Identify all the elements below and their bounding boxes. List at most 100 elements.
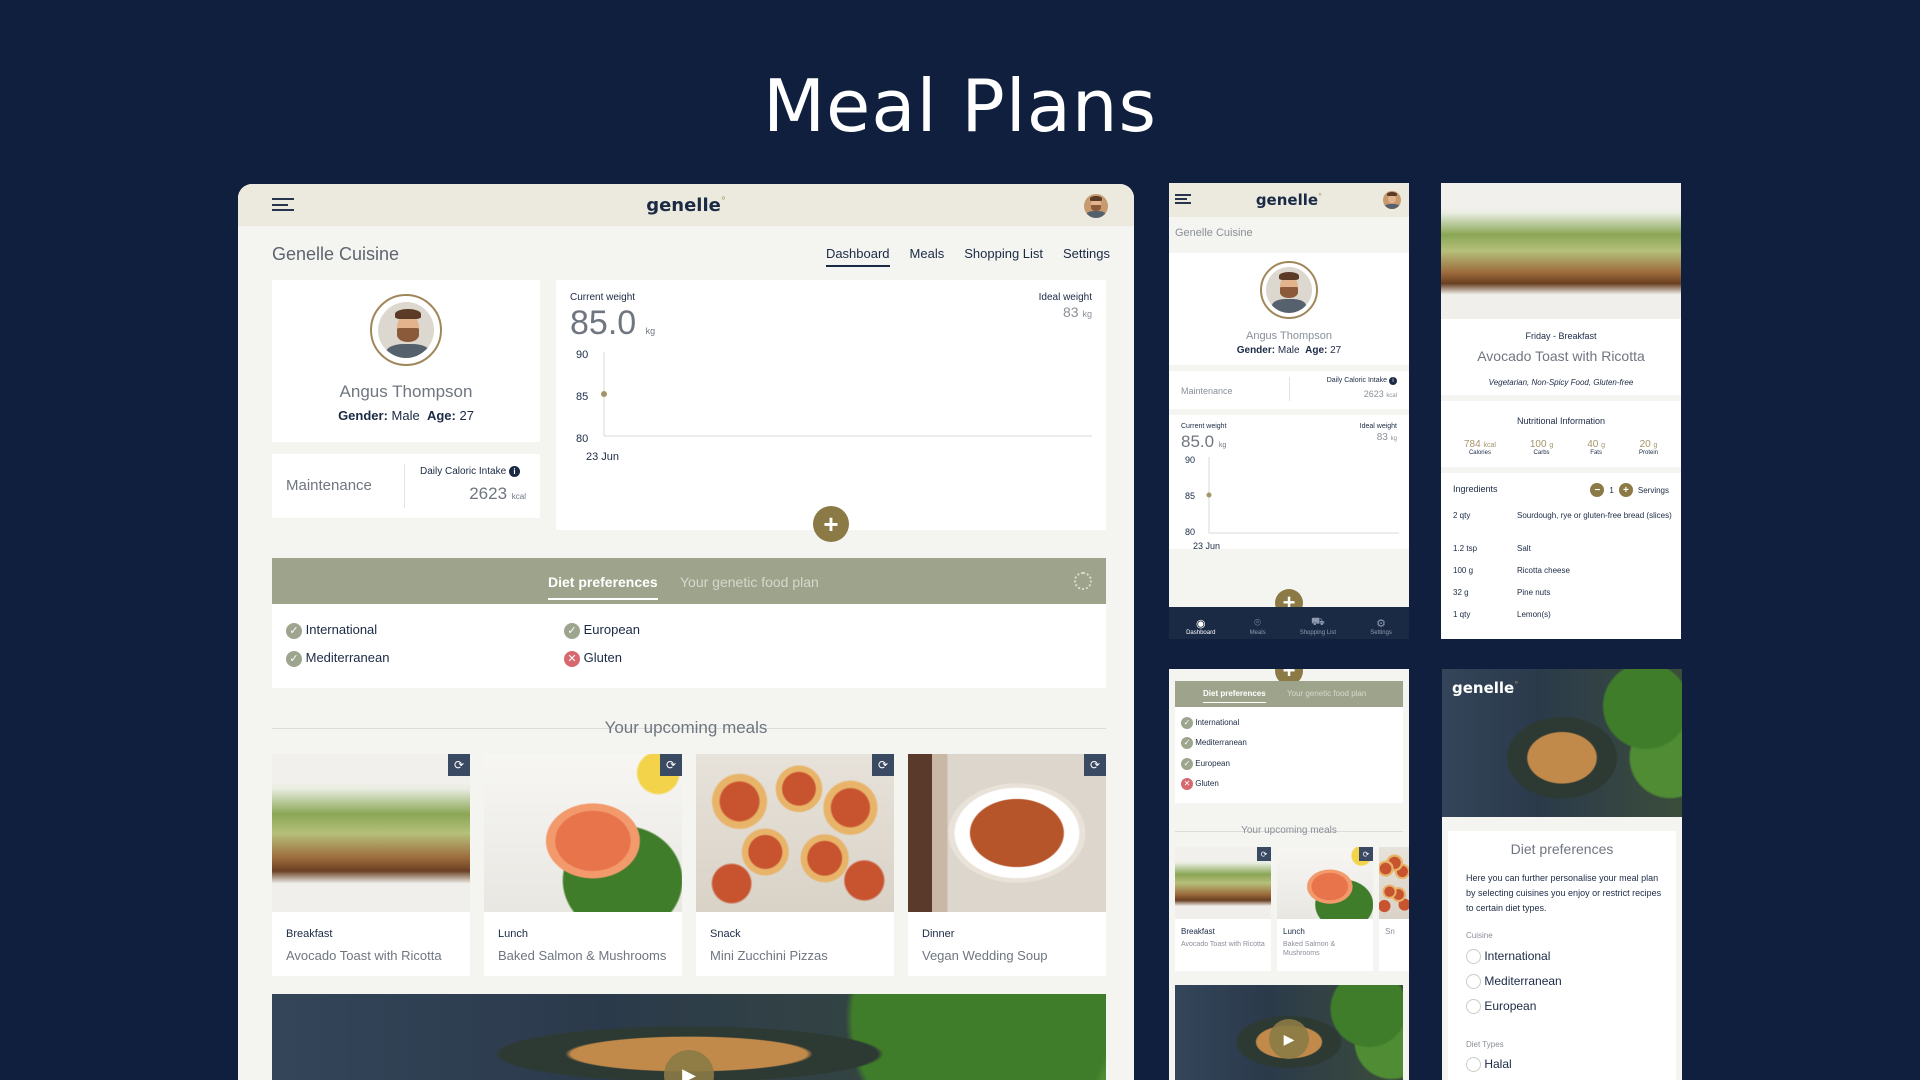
profile-name: Angus Thompson [339,382,473,401]
bottom-nav-meals[interactable]: ⌾ Meals [1250,617,1266,636]
bottom-nav-settings[interactable]: ⚙ Settings [1370,617,1392,636]
pref-european[interactable]: ✓ European [564,622,640,639]
nav-shopping-list[interactable]: Shopping List [964,246,1043,267]
refresh-icon[interactable]: ⟳ [660,754,682,776]
bottom-nav-shopping-list[interactable]: ⛟ Shopping List [1300,616,1336,636]
mobile-dashboard-frame: genelle° Genelle Cuisine Angus Thompson … [1169,183,1409,639]
ideal-weight-value: 83 kg [1063,304,1092,320]
mobile-preferences-frame: + Diet preferences Your genetic food pla… [1169,669,1409,1080]
refresh-icon[interactable]: ⟳ [1257,847,1271,861]
meal-card-lunch[interactable]: ⟳ Lunch Baked Salmon & Mushrooms [484,754,682,976]
x-tick-label: 23 Jun [1193,541,1220,551]
add-weight-button[interactable]: + [813,506,849,542]
logo[interactable]: genelle° [1256,191,1322,209]
nav-settings[interactable]: Settings [1063,246,1110,267]
pref-mediterranean[interactable]: ✓ Mediterranean [286,650,389,667]
meal-name: Vegan Wedding Soup [922,948,1048,963]
video-banner[interactable]: ▶ [1175,985,1403,1080]
tick-label-85: 85 [576,391,588,403]
preferences-tabs: Diet preferences Your genetic food plan [272,558,1106,604]
meal-type: Breakfast [1181,927,1215,936]
pref-gluten[interactable]: ✕ Gluten [1181,778,1219,790]
bottom-nav-dashboard[interactable]: ◉ Dashboard [1186,617,1215,636]
meal-name: Avocado Toast with Ricotta [1181,941,1265,948]
mobile-preferences-list: ✓ International ✓ Mediterranean ✓ Europe… [1175,707,1403,803]
ideal-weight-label: Ideal weight [1359,423,1397,430]
logo[interactable]: genelle° [1452,679,1518,697]
nav-meals[interactable]: Meals [910,246,945,267]
cuisine-european[interactable]: European [1466,999,1536,1015]
menu-icon[interactable] [1175,194,1191,204]
logo[interactable]: genelle° [646,195,726,216]
play-icon[interactable]: ▶ [1269,1019,1309,1059]
profile-avatar [370,294,442,366]
pref-european[interactable]: ✓ European [1181,758,1230,770]
section-title: Genelle Cuisine [1175,227,1253,239]
decrease-servings-button[interactable]: − [1590,483,1605,497]
diet-type-halal[interactable]: Halal [1466,1057,1512,1073]
nutrition-calories: 784 kcal Calories [1463,439,1496,456]
cuisine-mediterranean[interactable]: Mediterranean [1466,974,1562,990]
preferences-list: ✓ International ✓ European ✓ Mediterrane… [272,604,1106,688]
meal-image [272,754,470,912]
check-icon: ✓ [286,651,302,667]
meal-card-dinner[interactable]: ⟳ Dinner Vegan Wedding Soup [908,754,1106,976]
pref-international[interactable]: ✓ International [1181,717,1239,729]
nutrition-carbs: 100 g Carbs [1529,439,1554,456]
play-icon[interactable]: ▶ [664,1050,714,1080]
tick-label-80: 80 [576,433,588,445]
refresh-icon[interactable]: ⟳ [1084,754,1106,776]
mobile-weight-chart: 90 85 80 23 Jun [1185,455,1399,551]
checkbox-icon[interactable] [1466,999,1481,1015]
ingredient-row: 32 g Pine nuts [1453,588,1551,597]
nutrition-protein: 20 g Protein [1639,439,1659,456]
menu-icon[interactable] [272,198,294,211]
tab-genetic-food-plan[interactable]: Your genetic food plan [680,574,819,590]
meal-card-snack[interactable]: Sn [1379,847,1409,971]
checkbox-icon[interactable] [1466,1057,1481,1073]
recipe-tags: Vegetarian, Non-Spicy Food, Gluten-free [1488,378,1634,387]
meal-image [908,754,1106,912]
meal-card-lunch[interactable]: ⟳ Lunch Baked Salmon & Mushrooms [1277,847,1373,971]
checkbox-icon[interactable] [1466,949,1481,965]
meal-card-breakfast[interactable]: ⟳ Breakfast Avocado Toast with Ricotta [272,754,470,976]
refresh-icon[interactable]: ⟳ [1359,847,1373,861]
check-icon: ✓ [564,623,580,639]
nav-dashboard[interactable]: Dashboard [825,246,890,267]
upcoming-title: Your upcoming meals [604,718,768,737]
tab-genetic-food-plan[interactable]: Your genetic food plan [1287,689,1366,698]
video-banner[interactable]: ▶ [272,994,1106,1080]
calorie-card: Maintenance Daily Caloric Intake i 2623 … [272,454,540,518]
meal-image [484,754,682,912]
profile-card: Angus Thompson Gender: Male Age: 27 [272,280,540,442]
meal-name: Mini Zucchini Pizzas [710,948,828,963]
upcoming-title: Your upcoming meals [1241,825,1337,836]
user-avatar[interactable] [1084,194,1108,218]
ingredients-label: Ingredients [1453,484,1498,494]
cuisine-international[interactable]: International [1466,949,1550,965]
pref-international[interactable]: ✓ International [286,622,377,639]
tab-diet-preferences[interactable]: Diet preferences [1203,689,1266,703]
increase-servings-button[interactable]: + [1618,483,1633,497]
meal-card-snack[interactable]: ⟳ Snack Mini Zucchini Pizzas [696,754,894,976]
meal-card-breakfast[interactable]: ⟳ Breakfast Avocado Toast with Ricotta [1175,847,1271,971]
goal-label: Maintenance [286,477,372,494]
data-point[interactable] [601,391,607,397]
diet-preferences-card: Diet preferences Here you can further pe… [1448,831,1676,1080]
user-avatar[interactable] [1383,191,1401,209]
data-point[interactable] [1206,492,1212,498]
refresh-icon[interactable]: ⟳ [872,754,894,776]
info-icon[interactable]: i [508,466,520,477]
recipe-title: Avocado Toast with Ricotta [1477,348,1645,364]
refresh-icon[interactable]: ⟳ [448,754,470,776]
tab-diet-preferences[interactable]: Diet preferences [548,574,658,600]
info-icon[interactable]: i [1389,377,1397,385]
calorie-value: 2623 kcal [1363,389,1397,399]
pref-gluten[interactable]: ✕ Gluten [564,650,622,667]
meal-type: Lunch [1283,927,1305,936]
settings-gear-icon[interactable] [1074,572,1092,590]
checkbox-icon[interactable] [1466,974,1481,990]
pref-mediterranean[interactable]: ✓ Mediterranean [1181,737,1247,749]
nutrition-row: 784 kcal Calories 100 g Carbs 40 g Fats 20 … [1447,439,1675,456]
mobile-profile-card: Angus Thompson Gender: Male Age: 27 Main… [1169,253,1409,551]
